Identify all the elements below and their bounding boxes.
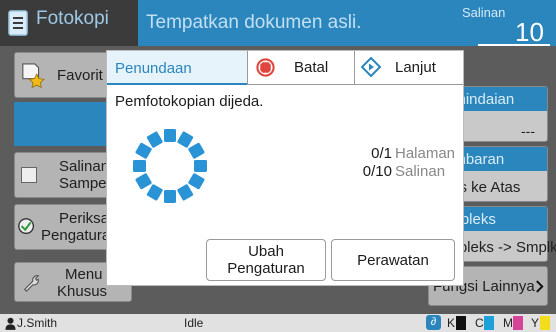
- tab-underline: [247, 84, 463, 85]
- custom-menu-label-line1: Menu: [65, 266, 103, 283]
- ink-label-y: Y: [531, 316, 540, 330]
- favorites-label: Favorit: [57, 67, 103, 84]
- pages-unit: Halaman: [395, 145, 456, 162]
- custom-menu-label-line2: Khusus: [57, 283, 108, 300]
- spinner-segment: [177, 184, 194, 201]
- spinner-segment: [146, 131, 163, 148]
- continue-diamond-icon: [361, 57, 381, 77]
- user-name: J.Smith: [17, 316, 58, 330]
- spinner-segment: [164, 129, 176, 142]
- stop-icon: [256, 58, 275, 77]
- loading-spinner-icon: [133, 129, 207, 203]
- tab-pause[interactable]: Penundaan: [107, 51, 247, 85]
- ink-level-k: [456, 316, 466, 330]
- sample-copy-label-line2: Sampel: [59, 175, 110, 192]
- ink-level-y: [540, 316, 550, 330]
- cancel-button[interactable]: Batal: [248, 51, 354, 84]
- spinner-segment: [177, 131, 194, 148]
- sample-copy-checkbox[interactable]: [21, 167, 37, 183]
- pages-count: 0/1: [371, 145, 392, 162]
- spinner-segment: [188, 142, 205, 159]
- ink-level-c: [484, 316, 494, 330]
- user-icon: [5, 317, 16, 330]
- spinner-segment: [164, 190, 176, 203]
- spinner-segment: [146, 184, 163, 201]
- spinner-segment: [133, 160, 146, 172]
- mode-title: Fotokopi: [36, 8, 109, 29]
- maintenance-label: Perawatan: [357, 252, 429, 269]
- copies-progress: 0/10: [362, 163, 392, 180]
- machine-status: Idle: [184, 316, 204, 330]
- ink-label-c: C: [475, 316, 484, 330]
- ink-label-m: M: [503, 316, 513, 330]
- copy-document-icon: [8, 10, 28, 36]
- check-settings-label-line1: Periksa: [59, 210, 110, 227]
- maintenance-button[interactable]: Perawatan: [331, 239, 455, 281]
- magnifier-check-icon: [18, 218, 35, 235]
- scan-value: ---: [521, 123, 535, 139]
- tab-pause-label: Penundaan: [115, 60, 192, 77]
- spinner-segment: [135, 173, 152, 190]
- cancel-label: Batal: [294, 59, 329, 76]
- sample-copy-label-line1: Salinan: [59, 158, 110, 175]
- status-message: Tempatkan dokumen asli.: [146, 12, 362, 33]
- chevron-right-icon: [536, 280, 544, 293]
- change-settings-button[interactable]: Ubah Pengaturan: [206, 239, 326, 281]
- paused-message: Pemfotokopian dijeda.: [115, 93, 264, 110]
- favorites-star-icon: [22, 63, 45, 88]
- spinner-segment: [135, 142, 152, 159]
- change-settings-line1: Ubah: [248, 243, 284, 260]
- ink-level-m: [513, 316, 523, 330]
- copies-unit: Salinan: [395, 163, 446, 180]
- copies-label: Salinan: [462, 5, 506, 20]
- ink-label-k: K: [447, 316, 456, 330]
- change-settings-line2: Pengaturan: [227, 260, 305, 277]
- continue-label: Lanjut: [395, 59, 436, 76]
- connection-icon: ∂: [426, 315, 441, 330]
- status-bar: J.Smith Idle ∂ K C M Y: [0, 314, 556, 332]
- wrench-icon: [23, 275, 40, 292]
- spinner-segment: [188, 173, 205, 190]
- spinner-segment: [194, 160, 207, 172]
- left-blue-strip: [14, 102, 106, 146]
- continue-button[interactable]: Lanjut: [355, 51, 463, 84]
